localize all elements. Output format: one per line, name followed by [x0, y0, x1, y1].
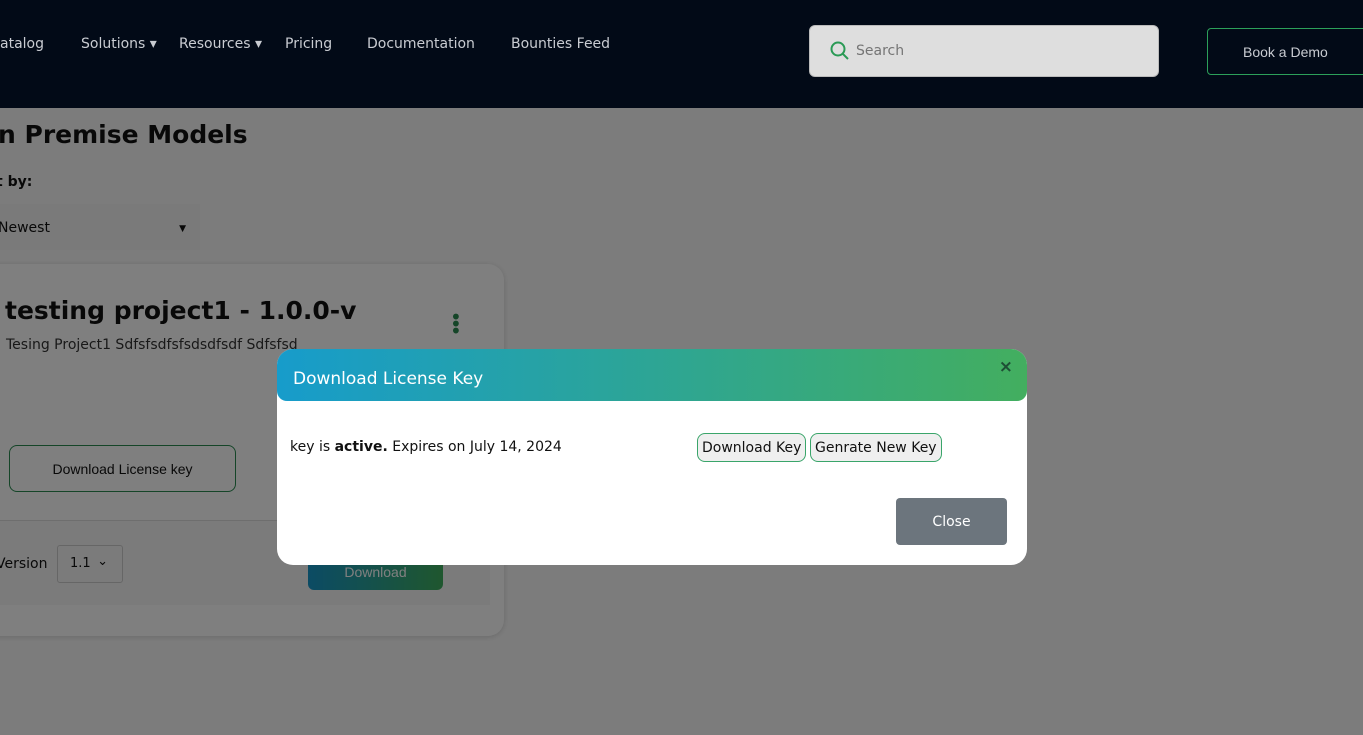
key-status-text: key is active. Expires on July 14, 2024	[290, 439, 562, 455]
status-prefix: key is	[290, 439, 335, 455]
close-button[interactable]: Close	[896, 498, 1007, 545]
expiry-text: Expires on July 14, 2024	[387, 439, 562, 455]
modal-title: Download License Key	[293, 369, 484, 389]
download-key-button[interactable]: Download Key	[697, 433, 807, 462]
search-input[interactable]	[856, 43, 1136, 59]
nav-resources[interactable]: Resources ▾	[179, 36, 262, 52]
search-icon	[830, 41, 849, 60]
nav-solutions[interactable]: Solutions ▾	[81, 36, 157, 52]
license-key-modal: Download License Key × key is active. Ex…	[277, 349, 1027, 565]
close-icon[interactable]: ×	[999, 357, 1013, 377]
generate-new-key-button[interactable]: Genrate New Key	[810, 433, 942, 462]
top-nav: atalog Solutions ▾ Resources ▾ Pricing D…	[0, 0, 1363, 108]
modal-header: Download License Key ×	[277, 349, 1027, 401]
book-demo-button[interactable]: Book a Demo	[1207, 28, 1363, 75]
status-value: active.	[334, 439, 388, 455]
nav-bounties-feed[interactable]: Bounties Feed	[511, 36, 610, 52]
nav-pricing[interactable]: Pricing	[285, 36, 332, 52]
search-box[interactable]	[809, 25, 1159, 77]
nav-catalog[interactable]: atalog	[0, 36, 44, 52]
nav-documentation[interactable]: Documentation	[367, 36, 475, 52]
